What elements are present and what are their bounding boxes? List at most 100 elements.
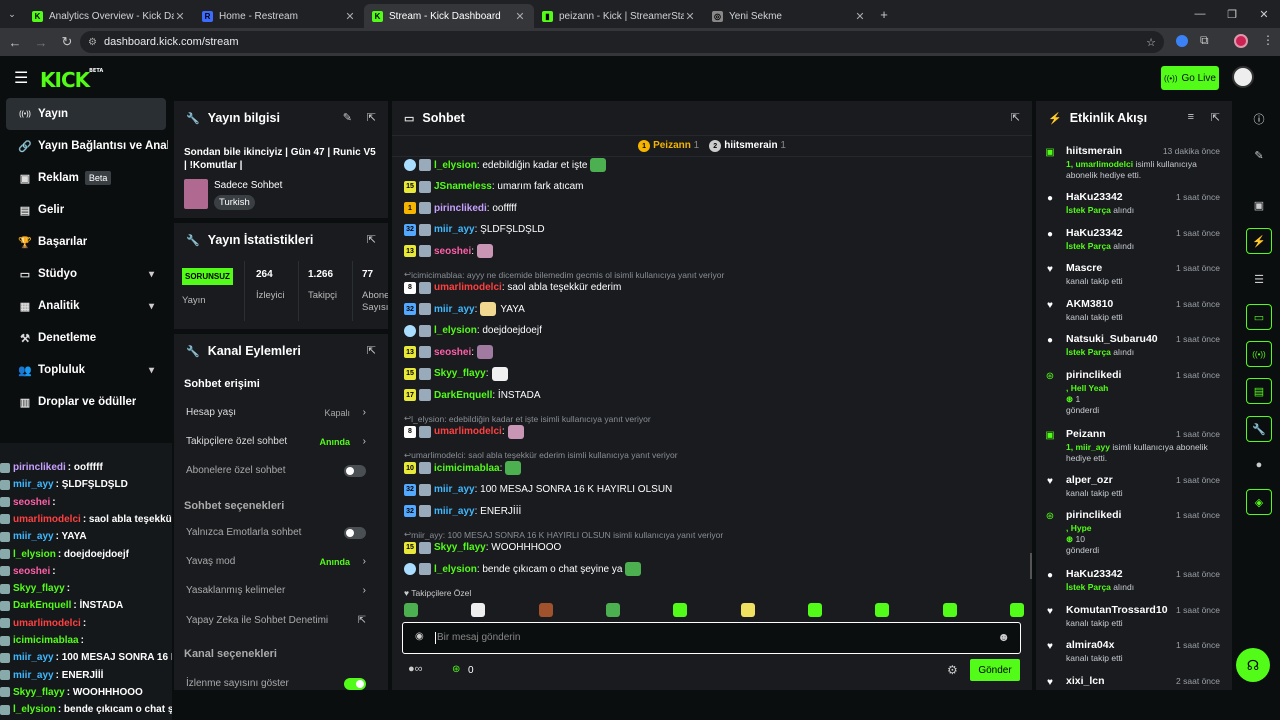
emote-icon[interactable] [605,603,620,617]
chat-username[interactable]: l_elysion [434,564,477,575]
chat-username[interactable]: umarlimodelci [434,282,502,293]
chat-message[interactable]: 32 miir_ayy: 100 MESAJ SONRA 16 K HAYIRLI… [404,482,672,498]
subs-only-toggle[interactable] [344,464,366,477]
sidebar-item-ad[interactable]: ▣ Reklam Beta [0,162,172,194]
wrench-icon[interactable]: 🔧 [1246,416,1272,442]
emotes-only-toggle[interactable] [344,526,366,539]
bookmark-star-icon[interactable]: ☆ [1146,36,1156,49]
chat-username[interactable]: Skyy_flayy [434,368,486,379]
emote-icon[interactable] [673,603,688,617]
close-window-button[interactable]: ✕ [1248,8,1280,21]
scrollbar[interactable] [1030,553,1032,579]
chat-identity-icon[interactable]: ◉ [415,631,424,642]
browser-tab[interactable]: K Stream - Kick Dashboard ✕ [364,4,534,28]
slow-mode-row[interactable]: Yavaş mod Anında › [174,547,378,576]
chat-message[interactable]: 10 icimicimablaa: [404,460,522,476]
chat-settings-icon[interactable]: ⚙ [947,663,958,677]
browser-tab[interactable]: R Home - Restream ✕ [194,4,364,28]
chat-message[interactable]: 32miir_ayy:: YAYAYAYA [404,301,525,317]
chat-username[interactable]: l_elysion [434,325,477,336]
emote-icon[interactable] [1009,603,1024,617]
layout-icon[interactable]: ▤ [1246,378,1272,404]
close-tab-icon[interactable]: ✕ [174,10,186,23]
sidebar-item-moderation[interactable]: ⚒ Denetleme [0,322,172,354]
kick-logo[interactable]: KICKBETA [40,68,103,92]
sidebar-item-link[interactable]: 🔗 Yayın Bağlantısı ve Anahtarı [0,130,172,162]
popout-icon[interactable]: ⇱ [367,111,376,124]
list-icon[interactable]: ☰ [1246,266,1272,292]
popout-icon[interactable]: ⇱ [367,233,376,246]
emote-icon[interactable] [807,603,822,617]
minimize-button[interactable]: — [1184,8,1216,20]
chat-message[interactable]: 8 umarlimodelci: saol abla teşekkür ederi… [404,280,621,296]
sidebar-item-studio[interactable]: ▭ Stüdyo ▾ [0,258,172,290]
chat-message[interactable]: l_elysion: edebildiğin kadar et işte [404,157,607,173]
chat-username[interactable]: miir_ayy [434,304,475,315]
browser-menu-icon[interactable]: ⋮ [1262,33,1274,47]
forward-icon[interactable]: → [28,35,54,50]
emote-icon[interactable] [942,603,957,617]
chat-username[interactable]: JSnameless [434,181,492,192]
chevron-down-icon[interactable]: ▾ [149,365,154,376]
emote-icon[interactable] [471,603,486,617]
popout-icon[interactable]: ⇱ [1011,111,1020,124]
reload-icon[interactable]: ↻ [54,34,80,50]
followers-only-row[interactable]: Takipçilere özel sohbet Anında › [174,427,378,456]
account-age-row[interactable]: Hesap yaşı Kapalı › [174,398,378,427]
emote-icon[interactable] [740,603,755,617]
url-input[interactable]: ⚙ dashboard.kick.com/stream ☆ [80,31,1164,53]
chat-username[interactable]: l_elysion [434,160,477,171]
emote-icon[interactable] [404,603,418,617]
new-tab-button[interactable]: + [874,7,894,22]
sidebar-item-revenue[interactable]: ▤ Gelir [0,194,172,226]
browser-tab[interactable]: ◎ Yeni Sekme ✕ [704,4,874,28]
extension-icon[interactable] [1176,35,1188,47]
chevron-down-icon[interactable]: ▾ [149,301,154,312]
browser-tab[interactable]: ▮ peizann - Kick | StreamerStats ✕ [534,4,704,28]
chat-username[interactable]: icimicimablaa [434,463,500,474]
chat-message[interactable]: 15 JSnameless: umarım fark atıcam [404,179,584,195]
chat-username[interactable]: umarlimodelci [434,426,502,437]
chat-message[interactable]: 32 miir_ayy: ENERJİİİ [404,503,521,519]
chat-username[interactable]: pirinclikedi [434,203,487,214]
chat-message[interactable]: 32 miir_ayy: ŞLDFŞLDŞLD [404,222,545,238]
info-icon[interactable]: ⓘ [1246,106,1272,132]
lightning-icon[interactable]: ⚡ [1246,228,1272,254]
close-tab-icon[interactable]: ✕ [854,10,866,23]
chat-username[interactable]: miir_ayy [434,224,475,235]
sidebar-item-community[interactable]: 👥 Topluluk ▾ [0,354,172,386]
emote-icon[interactable] [538,603,553,617]
kicks-icon[interactable]: ● [1246,452,1272,478]
chat-input-box[interactable]: ◉ Bir mesaj gönderin ☻ [402,622,1021,654]
popout-icon[interactable]: ⇱ [367,344,376,357]
chat-message[interactable]: 1 pirinclikedi: oofffff [404,200,517,216]
avatar[interactable] [1232,66,1254,88]
kicks-icon[interactable]: ●∞ [408,663,423,675]
chat-username[interactable]: seoshei [434,246,471,257]
send-button[interactable]: Gönder [970,659,1020,681]
go-live-button[interactable]: ((•)) Go Live [1161,66,1219,90]
tab-search-button[interactable]: ⌄ [0,9,24,20]
back-icon[interactable]: ← [2,35,28,50]
chat-message[interactable]: 15 Skyy_flayy: [404,366,508,382]
edit-pencil-icon[interactable]: ✎ [343,111,352,124]
show-viewers-toggle[interactable] [344,677,366,690]
sidebar-item-broadcast[interactable]: ((•)) Yayın [6,98,166,130]
browser-tab[interactable]: K Analytics Overview - Kick Dashb✕ [24,4,194,28]
chat-username[interactable]: seoshei [434,347,471,358]
chat-message[interactable]: l_elysion: doejdoejdoejf [404,323,542,339]
filter-icon[interactable]: ≡ [1188,111,1194,123]
chat-username[interactable]: miir_ayy [434,506,475,517]
ai-moderation-row[interactable]: Yapay Zeka ile Sohbet Denetimi ⇱ [174,606,378,635]
close-tab-icon[interactable]: ✕ [514,10,526,23]
chat-username[interactable]: DarkEnquell [434,390,492,401]
gift-icon[interactable]: ◈ [1246,489,1272,515]
profile-avatar[interactable] [1234,34,1248,48]
chat-icon[interactable]: ▭ [1246,304,1272,330]
emoji-picker-icon[interactable]: ☻ [997,630,1010,644]
close-tab-icon[interactable]: ✕ [684,10,696,23]
chat-message[interactable]: 13 seoshei: [404,344,494,360]
chat-message[interactable]: 17 DarkEnquell: İNSTADA [404,387,541,403]
sidebar-item-analytics[interactable]: ▦ Analitik ▾ [0,290,172,322]
pencil-icon[interactable]: ✎ [1246,142,1272,168]
